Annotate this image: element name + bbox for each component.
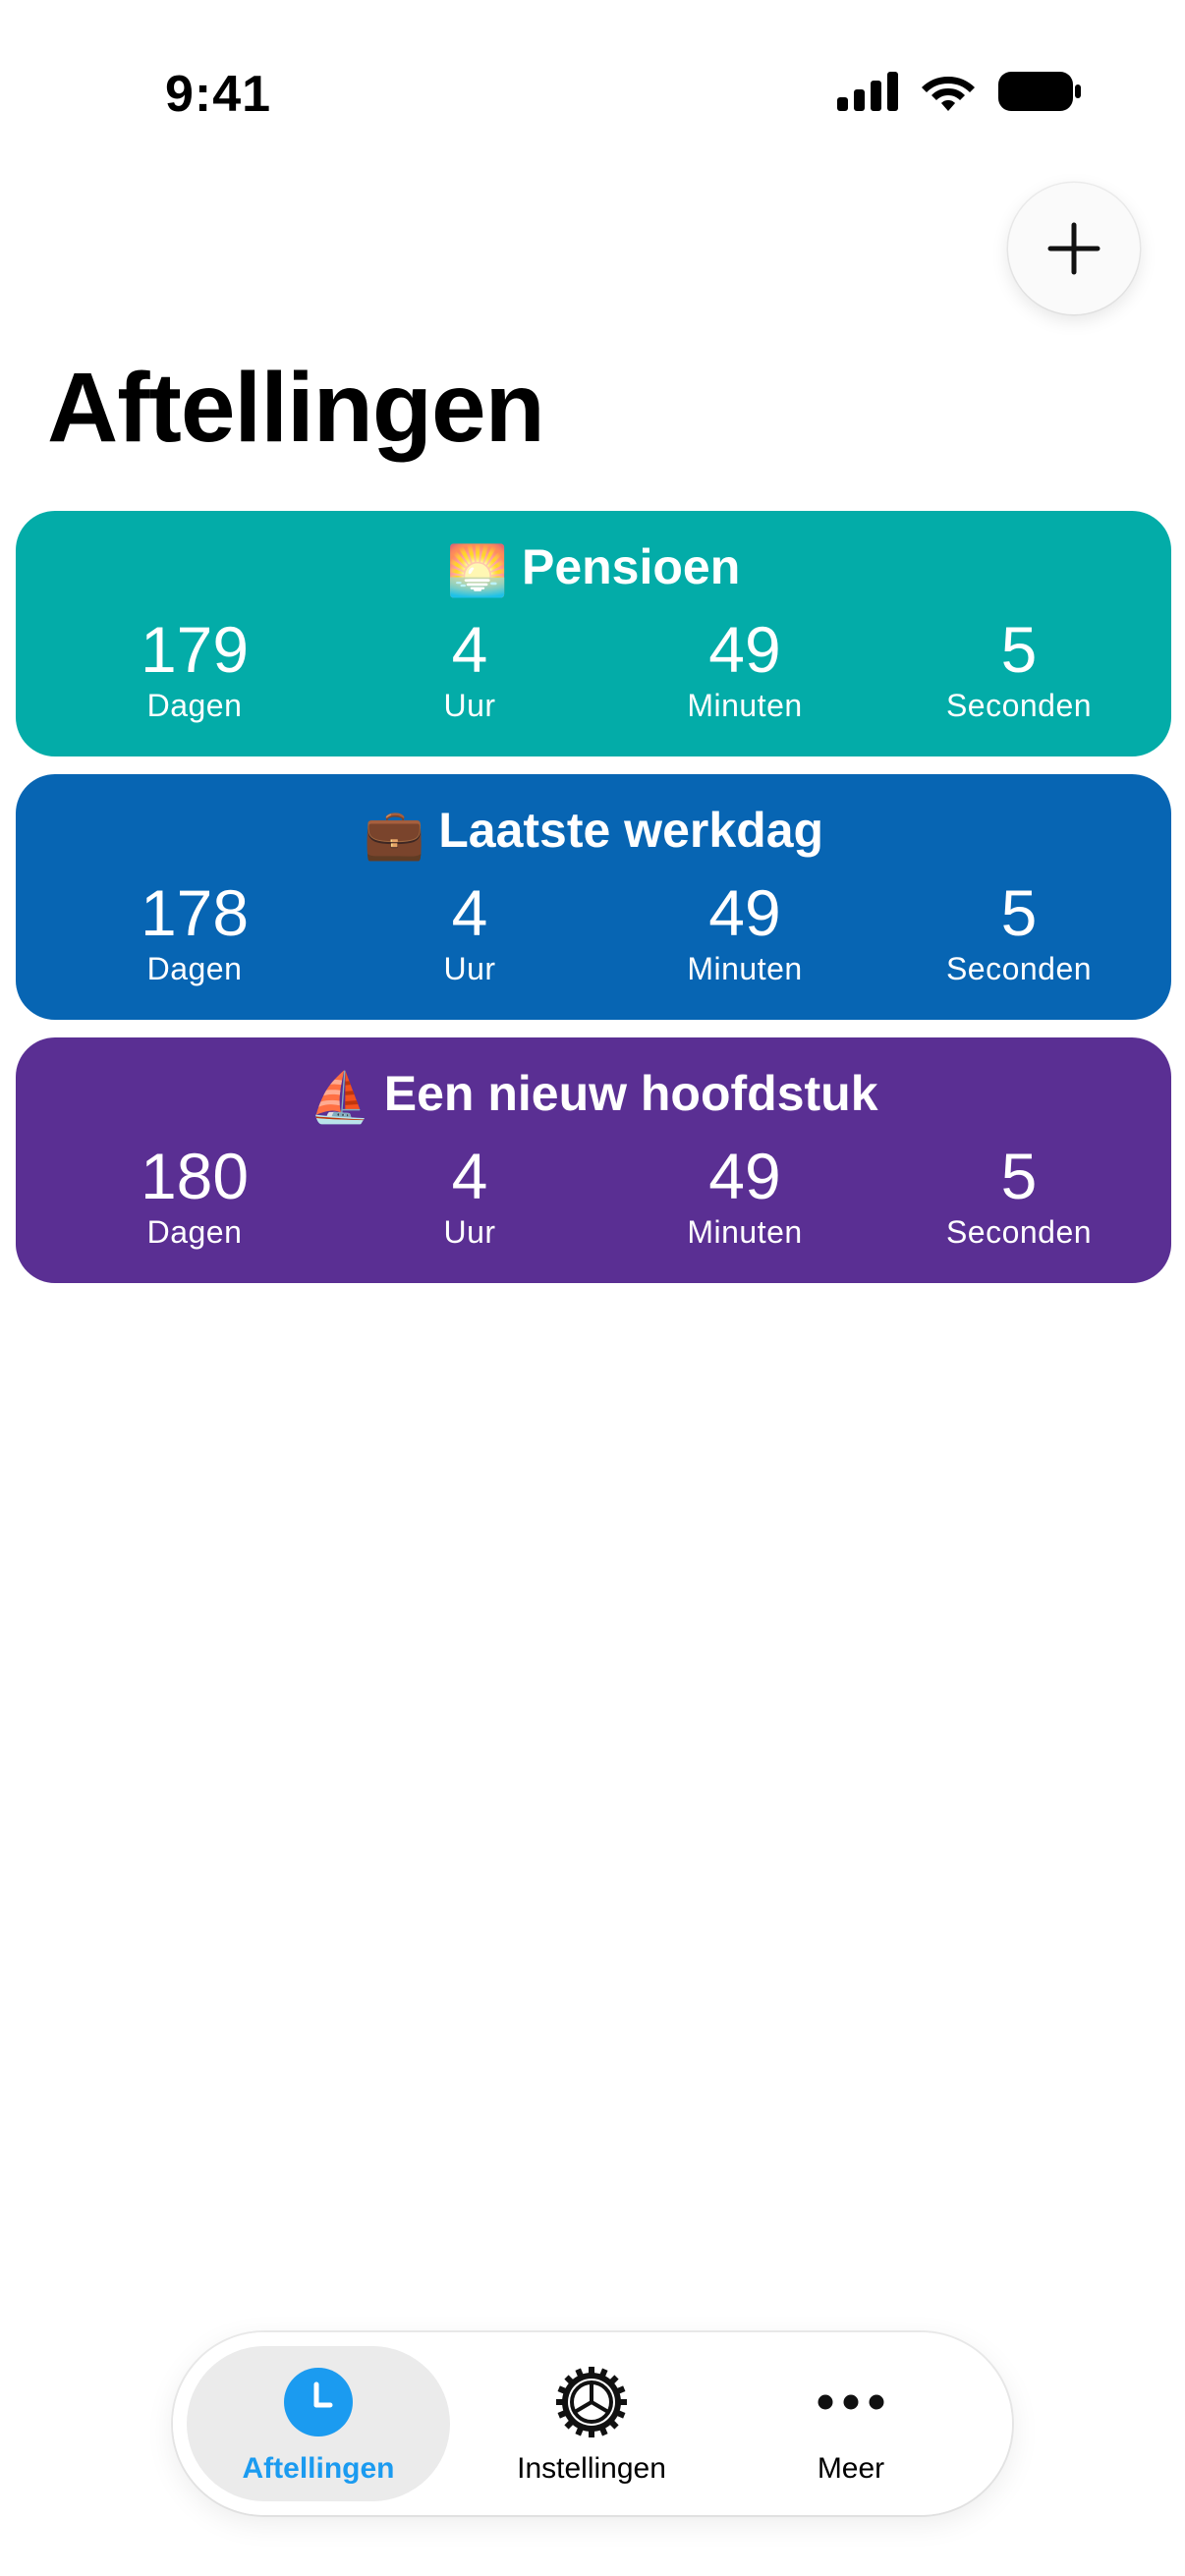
countdown-title: 💼 Laatste werkdag (16, 802, 1171, 864)
seconds-value: 5 (1000, 876, 1038, 949)
hours-value: 4 (451, 613, 488, 686)
tab-aftellingen[interactable]: Aftellingen (187, 2346, 450, 2501)
status-time: 9:41 (165, 66, 272, 123)
hours-value: 4 (451, 1140, 488, 1212)
clock-icon (284, 2368, 353, 2436)
days-value: 178 (140, 876, 250, 949)
countdown-title-label: Laatste werkdag (438, 803, 824, 858)
seconds-value: 5 (1000, 1140, 1038, 1212)
hours-unit: 4 Uur (342, 880, 597, 984)
hours-label: Uur (443, 688, 496, 723)
hours-unit: 4 Uur (342, 1144, 597, 1248)
minutes-value: 49 (708, 613, 781, 686)
seconds-unit: 5 Seconden (891, 880, 1147, 984)
minutes-value: 49 (708, 876, 781, 949)
days-label: Dagen (146, 951, 243, 986)
more-icon (818, 2394, 884, 2410)
hours-label: Uur (443, 951, 496, 986)
countdown-card-laatste-werkdag[interactable]: 💼 Laatste werkdag 178 Dagen 4 Uur 49 Minu… (16, 774, 1171, 1020)
page-title: Aftellingen (47, 353, 545, 463)
seconds-label: Seconden (945, 1214, 1093, 1250)
battery-icon (998, 72, 1081, 111)
minutes-label: Minuten (687, 951, 803, 986)
tab-bar: Aftellingen Instellingen Meer (173, 2332, 1012, 2515)
tab-label: Instellingen (517, 2452, 666, 2485)
hours-unit: 4 Uur (342, 617, 597, 721)
cellular-signal-icon (837, 72, 898, 111)
minutes-unit: 49 Minuten (617, 880, 873, 984)
tab-label: Meer (817, 2452, 885, 2485)
status-icons (837, 71, 1081, 112)
days-unit: 180 Dagen (67, 1144, 322, 1248)
seconds-value: 5 (1000, 613, 1038, 686)
wifi-icon (922, 77, 975, 111)
plus-icon (1047, 222, 1100, 275)
days-unit: 178 Dagen (67, 880, 322, 984)
add-countdown-button[interactable] (1008, 183, 1140, 314)
countdown-card-een-nieuw-hoofdstuk[interactable]: ⛵ Een nieuw hoofdstuk 180 Dagen 4 Uur 49 … (16, 1037, 1171, 1283)
seconds-unit: 5 Seconden (891, 1144, 1147, 1248)
days-value: 180 (140, 1140, 250, 1212)
countdown-title-label: Pensioen (521, 539, 741, 594)
tab-label: Aftellingen (242, 2452, 395, 2485)
seconds-label: Seconden (945, 951, 1093, 986)
countdown-title: 🌅 Pensioen (16, 538, 1171, 600)
days-unit: 179 Dagen (67, 617, 322, 721)
seconds-label: Seconden (945, 688, 1093, 723)
countdown-list: 🌅 Pensioen 179 Dagen 4 Uur 49 Minuten 5 S… (16, 511, 1171, 1301)
hours-value: 4 (451, 876, 488, 949)
countdown-title-label: Een nieuw hoofdstuk (383, 1066, 878, 1121)
tab-instellingen[interactable]: Instellingen (460, 2346, 723, 2501)
tab-meer[interactable]: Meer (719, 2346, 983, 2501)
minutes-unit: 49 Minuten (617, 617, 873, 721)
minutes-label: Minuten (687, 688, 803, 723)
minutes-value: 49 (708, 1140, 781, 1212)
days-label: Dagen (146, 1214, 243, 1250)
gear-icon (556, 2367, 627, 2437)
minutes-unit: 49 Minuten (617, 1144, 873, 1248)
hours-label: Uur (443, 1214, 496, 1250)
sunrise-icon: 🌅 (446, 543, 508, 598)
seconds-unit: 5 Seconden (891, 617, 1147, 721)
minutes-label: Minuten (687, 1214, 803, 1250)
days-label: Dagen (146, 688, 243, 723)
sailboat-icon: ⛵ (309, 1070, 370, 1125)
countdown-title: ⛵ Een nieuw hoofdstuk (16, 1065, 1171, 1127)
countdown-card-pensioen[interactable]: 🌅 Pensioen 179 Dagen 4 Uur 49 Minuten 5 S… (16, 511, 1171, 756)
briefcase-icon: 💼 (363, 807, 425, 862)
days-value: 179 (140, 613, 250, 686)
